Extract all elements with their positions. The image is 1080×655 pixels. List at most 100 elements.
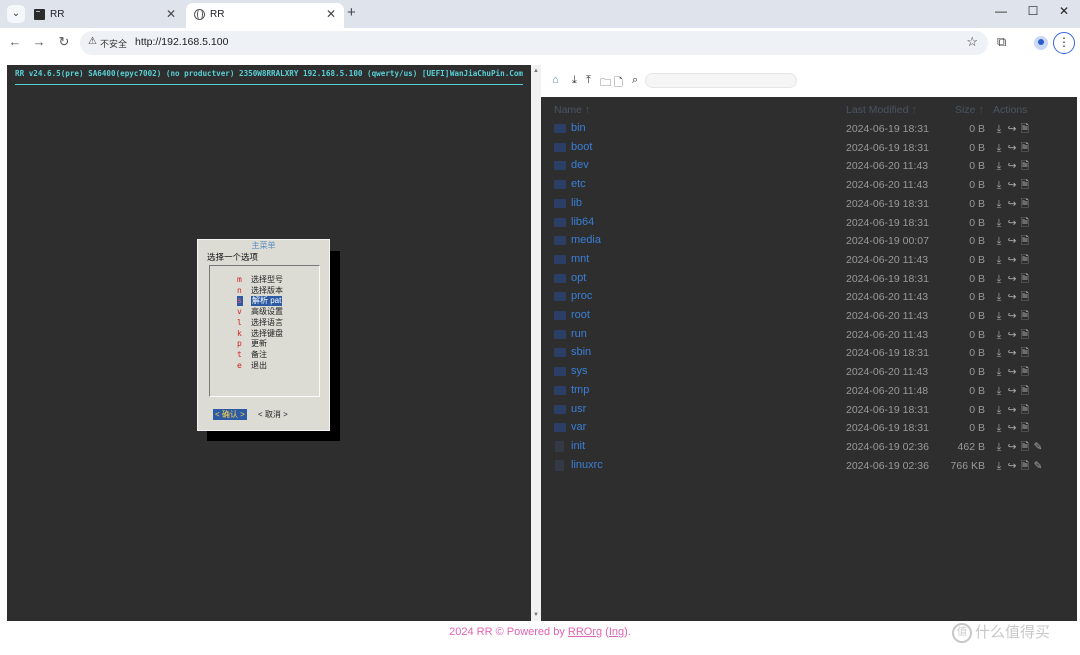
move-icon[interactable]: ↪ bbox=[1006, 291, 1019, 303]
file-info-icon[interactable]: 🗎 bbox=[1019, 121, 1032, 139]
star-icon[interactable]: ☆ bbox=[966, 34, 978, 50]
file-name-link[interactable]: run bbox=[571, 328, 587, 340]
table-row[interactable]: media 2024-06-19 00:07 0 B ⤓ ↪ 🗎 bbox=[541, 232, 1077, 250]
file-info-icon[interactable]: 🗎 bbox=[1019, 383, 1032, 401]
close-icon[interactable]: ✕ bbox=[326, 7, 336, 21]
column-header-modified[interactable]: Last Modified ↑ bbox=[846, 104, 917, 116]
file-name-link[interactable]: lib bbox=[571, 197, 582, 209]
back-button[interactable]: ← bbox=[6, 34, 24, 49]
download-icon[interactable]: ⤓ bbox=[993, 385, 1006, 398]
menu-kebab-icon[interactable]: ⋮ bbox=[1053, 32, 1075, 54]
download-icon[interactable]: ⤓ bbox=[993, 310, 1006, 323]
file-info-icon[interactable]: 🗎 bbox=[1019, 458, 1032, 476]
table-row[interactable]: tmp 2024-06-20 11:48 0 B ⤓ ↪ 🗎 bbox=[541, 382, 1077, 400]
file-name-link[interactable]: root bbox=[571, 309, 590, 321]
new-folder-icon[interactable]: 🗀 bbox=[600, 74, 611, 93]
extensions-icon[interactable]: ⧉ bbox=[997, 34, 1006, 50]
file-name-link[interactable]: usr bbox=[571, 403, 586, 415]
file-info-icon[interactable]: 🗎 bbox=[1019, 233, 1032, 251]
file-name-link[interactable]: init bbox=[571, 440, 585, 452]
download-icon[interactable]: ⤓ bbox=[993, 273, 1006, 286]
forward-button[interactable]: → bbox=[30, 34, 48, 49]
move-icon[interactable]: ↪ bbox=[1006, 385, 1019, 397]
new-tab-button[interactable]: + bbox=[347, 4, 356, 21]
file-info-icon[interactable]: 🗎 bbox=[1019, 177, 1032, 195]
tab-terminal[interactable]: RR ✕ bbox=[26, 3, 184, 28]
move-icon[interactable]: ↪ bbox=[1006, 404, 1019, 416]
table-row[interactable]: bin 2024-06-19 18:31 0 B ⤓ ↪ 🗎 bbox=[541, 120, 1077, 138]
file-info-icon[interactable]: 🗎 bbox=[1019, 140, 1032, 158]
table-row[interactable]: dev 2024-06-20 11:43 0 B ⤓ ↪ 🗎 bbox=[541, 157, 1077, 175]
download-icon[interactable]: ⤓ bbox=[993, 441, 1006, 454]
file-info-icon[interactable]: 🗎 bbox=[1019, 327, 1032, 345]
download-icon[interactable]: ⤓ bbox=[993, 179, 1006, 192]
download-icon[interactable]: ⤓ bbox=[993, 198, 1006, 211]
warning-icon[interactable]: ⚠ bbox=[88, 36, 97, 47]
terminal-pane[interactable]: RR v24.6.5(pre) SA6400(epyc7002) (no pro… bbox=[7, 65, 531, 621]
file-info-icon[interactable]: 🗎 bbox=[1019, 158, 1032, 176]
file-info-icon[interactable]: 🗎 bbox=[1019, 364, 1032, 382]
move-icon[interactable]: ↪ bbox=[1006, 142, 1019, 154]
move-icon[interactable]: ↪ bbox=[1006, 422, 1019, 434]
cancel-button[interactable]: < 取消 > bbox=[256, 409, 290, 420]
file-info-icon[interactable]: 🗎 bbox=[1019, 345, 1032, 363]
file-name-link[interactable]: tmp bbox=[571, 384, 589, 396]
file-info-icon[interactable]: 🗎 bbox=[1019, 308, 1032, 326]
move-icon[interactable]: ↪ bbox=[1006, 273, 1019, 285]
download-icon[interactable]: ⤓ bbox=[993, 160, 1006, 173]
table-row[interactable]: etc 2024-06-20 11:43 0 B ⤓ ↪ 🗎 bbox=[541, 176, 1077, 194]
file-info-icon[interactable]: 🗎 bbox=[1019, 215, 1032, 233]
download-icon[interactable]: ⤓ bbox=[993, 123, 1006, 136]
file-info-icon[interactable]: 🗎 bbox=[1019, 289, 1032, 307]
file-info-icon[interactable]: 🗎 bbox=[1019, 196, 1032, 214]
table-row[interactable]: root 2024-06-20 11:43 0 B ⤓ ↪ 🗎 bbox=[541, 307, 1077, 325]
download-icon[interactable]: ⤓ bbox=[993, 347, 1006, 360]
table-row[interactable]: usr 2024-06-19 18:31 0 B ⤓ ↪ 🗎 bbox=[541, 401, 1077, 419]
move-icon[interactable]: ↪ bbox=[1006, 160, 1019, 172]
new-file-icon[interactable]: 🗋 bbox=[614, 74, 623, 93]
search-input[interactable] bbox=[645, 73, 797, 88]
file-info-icon[interactable]: 🗎 bbox=[1019, 271, 1032, 289]
file-info-icon[interactable]: 🗎 bbox=[1019, 402, 1032, 420]
table-row[interactable]: init 2024-06-19 02:36 462 B ⤓ ↪ 🗎 ✎ bbox=[541, 438, 1077, 456]
table-row[interactable]: boot 2024-06-19 18:31 0 B ⤓ ↪ 🗎 bbox=[541, 139, 1077, 157]
table-row[interactable]: lib64 2024-06-19 18:31 0 B ⤓ ↪ 🗎 bbox=[541, 214, 1077, 232]
file-name-link[interactable]: linuxrc bbox=[571, 459, 603, 471]
move-icon[interactable]: ↪ bbox=[1006, 329, 1019, 341]
file-info-icon[interactable]: 🗎 bbox=[1019, 439, 1032, 457]
url-text[interactable]: http://192.168.5.100 bbox=[135, 36, 228, 48]
download-icon[interactable]: ⤓ bbox=[993, 422, 1006, 435]
move-icon[interactable]: ↪ bbox=[1006, 347, 1019, 359]
file-name-link[interactable]: lib64 bbox=[571, 216, 594, 228]
file-name-link[interactable]: sbin bbox=[571, 346, 591, 358]
file-info-icon[interactable]: 🗎 bbox=[1019, 252, 1032, 270]
table-row[interactable]: mnt 2024-06-20 11:43 0 B ⤓ ↪ 🗎 bbox=[541, 251, 1077, 269]
file-name-link[interactable]: media bbox=[571, 234, 601, 246]
download-icon[interactable]: ⤓ bbox=[993, 142, 1006, 155]
table-row[interactable]: run 2024-06-20 11:43 0 B ⤓ ↪ 🗎 bbox=[541, 326, 1077, 344]
address-bar[interactable]: ⚠ 不安全 http://192.168.5.100 ☆ bbox=[80, 31, 988, 55]
download-icon[interactable]: ⤓ bbox=[993, 291, 1006, 304]
move-icon[interactable]: ↪ bbox=[1006, 310, 1019, 322]
download-icon[interactable]: ⤓ bbox=[993, 366, 1006, 379]
file-name-link[interactable]: etc bbox=[571, 178, 586, 190]
table-row[interactable]: opt 2024-06-19 18:31 0 B ⤓ ↪ 🗎 bbox=[541, 270, 1077, 288]
table-row[interactable]: proc 2024-06-20 11:43 0 B ⤓ ↪ 🗎 bbox=[541, 288, 1077, 306]
table-row[interactable]: sys 2024-06-20 11:43 0 B ⤓ ↪ 🗎 bbox=[541, 363, 1077, 381]
download-icon[interactable]: ⤓ bbox=[572, 74, 577, 87]
move-icon[interactable]: ↪ bbox=[1006, 198, 1019, 210]
file-name-link[interactable]: boot bbox=[571, 141, 592, 153]
file-name-link[interactable]: mnt bbox=[571, 253, 589, 265]
edit-icon[interactable]: ✎ bbox=[1032, 441, 1045, 453]
scroll-up-icon[interactable]: ▲ bbox=[533, 68, 539, 74]
minimize-button[interactable]: — bbox=[986, 4, 1016, 18]
column-header-size[interactable]: Size ↑ bbox=[955, 104, 984, 116]
tab-search-button[interactable]: ⌄ bbox=[7, 5, 25, 23]
file-info-icon[interactable]: 🗎 bbox=[1019, 420, 1032, 438]
close-icon[interactable]: ✕ bbox=[166, 7, 176, 21]
table-row[interactable]: sbin 2024-06-19 18:31 0 B ⤓ ↪ 🗎 bbox=[541, 344, 1077, 362]
reload-button[interactable]: ↻ bbox=[55, 34, 73, 50]
download-icon[interactable]: ⤓ bbox=[993, 217, 1006, 230]
security-label[interactable]: 不安全 bbox=[100, 37, 127, 50]
file-name-link[interactable]: opt bbox=[571, 272, 586, 284]
